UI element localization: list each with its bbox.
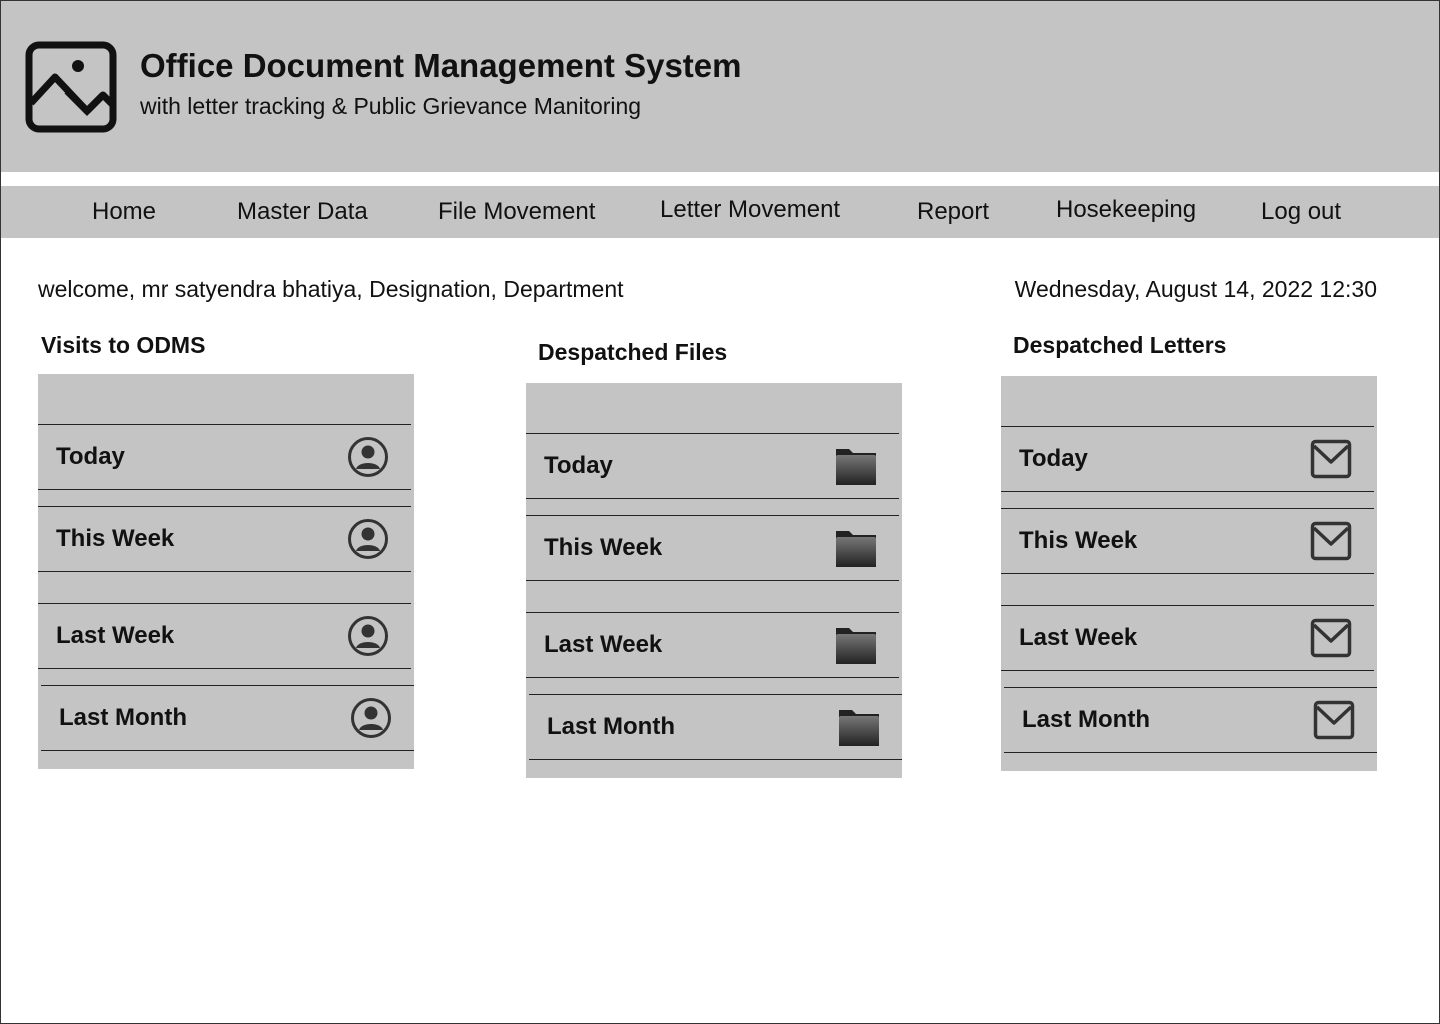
image-placeholder-icon [25,41,117,133]
envelope-icon [1310,617,1352,659]
folder-icon [838,706,880,748]
nav-item-home[interactable]: Home [92,198,156,226]
letters-row-today[interactable]: Today [1001,426,1374,492]
row-label: Last Month [1022,706,1150,733]
files-row-today[interactable]: Today [526,433,899,499]
row-label: Today [544,452,613,479]
row-label: Last Month [547,713,675,740]
letters-row-this-week[interactable]: This Week [1001,508,1374,574]
row-label: This Week [544,534,663,561]
user-circle-icon [350,697,392,739]
files-row-this-week[interactable]: This Week [526,515,899,581]
app-subtitle: with letter tracking & Public Grievance … [140,93,642,119]
envelope-icon [1313,699,1355,741]
row-label: This Week [1019,527,1138,554]
row-label: Last Week [544,631,663,658]
letters-panel-title: Despatched Letters [1013,332,1227,358]
files-panel-title: Despatched Files [538,339,728,365]
folder-icon [835,527,877,569]
visits-row-last-month[interactable]: Last Month [41,685,414,751]
row-label: Last Week [56,622,175,649]
user-circle-icon [347,436,389,478]
letters-row-last-month[interactable]: Last Month [1004,687,1377,753]
envelope-icon [1310,520,1352,562]
letters-row-last-week[interactable]: Last Week [1001,605,1374,671]
row-label: Last Month [59,704,187,731]
visits-panel: Today This Week Last Week Last Month [38,374,414,769]
row-label: This Week [56,525,175,552]
app-title: Office Document Management System [140,47,742,84]
nav-item-logout[interactable]: Log out [1261,198,1341,226]
visits-panel-title: Visits to ODMS [41,332,206,358]
main-nav: Home Master Data File Movement Letter Mo… [1,186,1439,238]
user-circle-icon [347,518,389,560]
nav-item-master-data[interactable]: Master Data [237,198,368,226]
nav-item-letter-movement[interactable]: Letter Movement [660,196,840,224]
files-row-last-month[interactable]: Last Month [529,694,902,760]
files-panel: Today This Week Last Week Last Month [526,383,902,778]
files-row-last-week[interactable]: Last Week [526,612,899,678]
folder-icon [835,624,877,666]
current-datetime: Wednesday, August 14, 2022 12:30 [1014,276,1377,302]
user-circle-icon [347,615,389,657]
row-label: Today [1019,445,1088,472]
row-label: Last Week [1019,624,1138,651]
envelope-icon [1310,438,1352,480]
nav-item-housekeeping[interactable]: Hosekeeping [1056,196,1196,224]
nav-item-report[interactable]: Report [917,198,989,226]
visits-row-today[interactable]: Today [38,424,411,490]
welcome-message: welcome, mr satyendra bhatiya, Designati… [38,276,624,302]
nav-item-file-movement[interactable]: File Movement [438,198,595,226]
letters-panel: Today This Week Last Week Last Month [1001,376,1377,771]
folder-icon [835,445,877,487]
visits-row-this-week[interactable]: This Week [38,506,411,572]
app-header: Office Document Management System with l… [1,1,1439,172]
row-label: Today [56,443,125,470]
visits-row-last-week[interactable]: Last Week [38,603,411,669]
